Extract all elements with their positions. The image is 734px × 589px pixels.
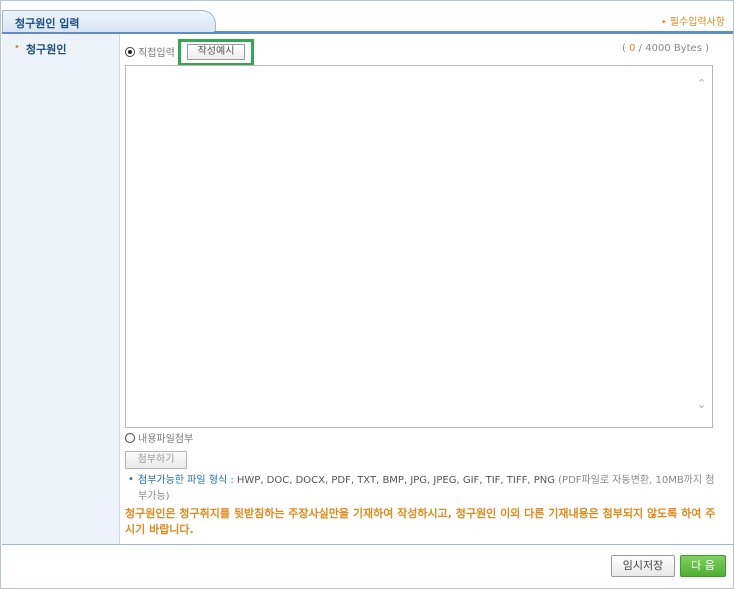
section-tab: 청구원인 입력	[2, 10, 216, 34]
header-divider	[214, 31, 733, 34]
byte-counter: ( 0 / 4000 Bytes )	[622, 43, 709, 54]
form-panel: 청구원인 입력 • 필수입력사항 • 청구원인 직접입력 작성예시 ( 0 / …	[0, 0, 734, 589]
format-bullet-icon: •	[128, 474, 134, 485]
file-attach-label[interactable]: 내용파일첨부	[138, 430, 193, 445]
attach-button[interactable]: 첨부하기	[125, 451, 187, 469]
section-title: 청구원인 입력	[15, 17, 80, 30]
field-label-column: • 청구원인	[2, 34, 120, 544]
allowed-formats-list: HWP, DOC, DOCX, PDF, TXT, BMP, JPG, JPEG…	[236, 475, 555, 486]
direct-input-label[interactable]: 직접입력	[138, 44, 175, 59]
claim-reason-textarea[interactable]	[125, 65, 713, 428]
scroll-down-icon[interactable]: ⌄	[697, 398, 706, 411]
temp-save-button[interactable]: 임시저장	[611, 555, 675, 577]
footer-divider	[2, 544, 733, 545]
file-attach-radio[interactable]	[125, 433, 135, 443]
field-label: 청구원인	[26, 43, 67, 56]
next-button[interactable]: 다 음	[680, 555, 726, 577]
scroll-up-icon[interactable]: ⌃	[697, 77, 706, 90]
bullet-icon: •	[14, 42, 20, 53]
byte-counter-limit: / 4000 Bytes )	[635, 43, 709, 54]
direct-input-radio[interactable]	[125, 47, 135, 57]
allowed-formats-label: 첨부가능한 파일 형식 :	[138, 475, 237, 486]
instruction-notice: 청구원인은 청구취지를 뒷받침하는 주장사실만을 기재하여 작성하시고, 청구원…	[125, 507, 716, 536]
example-button[interactable]: 작성예시	[187, 44, 245, 60]
required-fields-note: • 필수입력사항	[660, 17, 725, 28]
allowed-formats-info: 첨부가능한 파일 형식 : HWP, DOC, DOCX, PDF, TXT, …	[138, 473, 718, 505]
